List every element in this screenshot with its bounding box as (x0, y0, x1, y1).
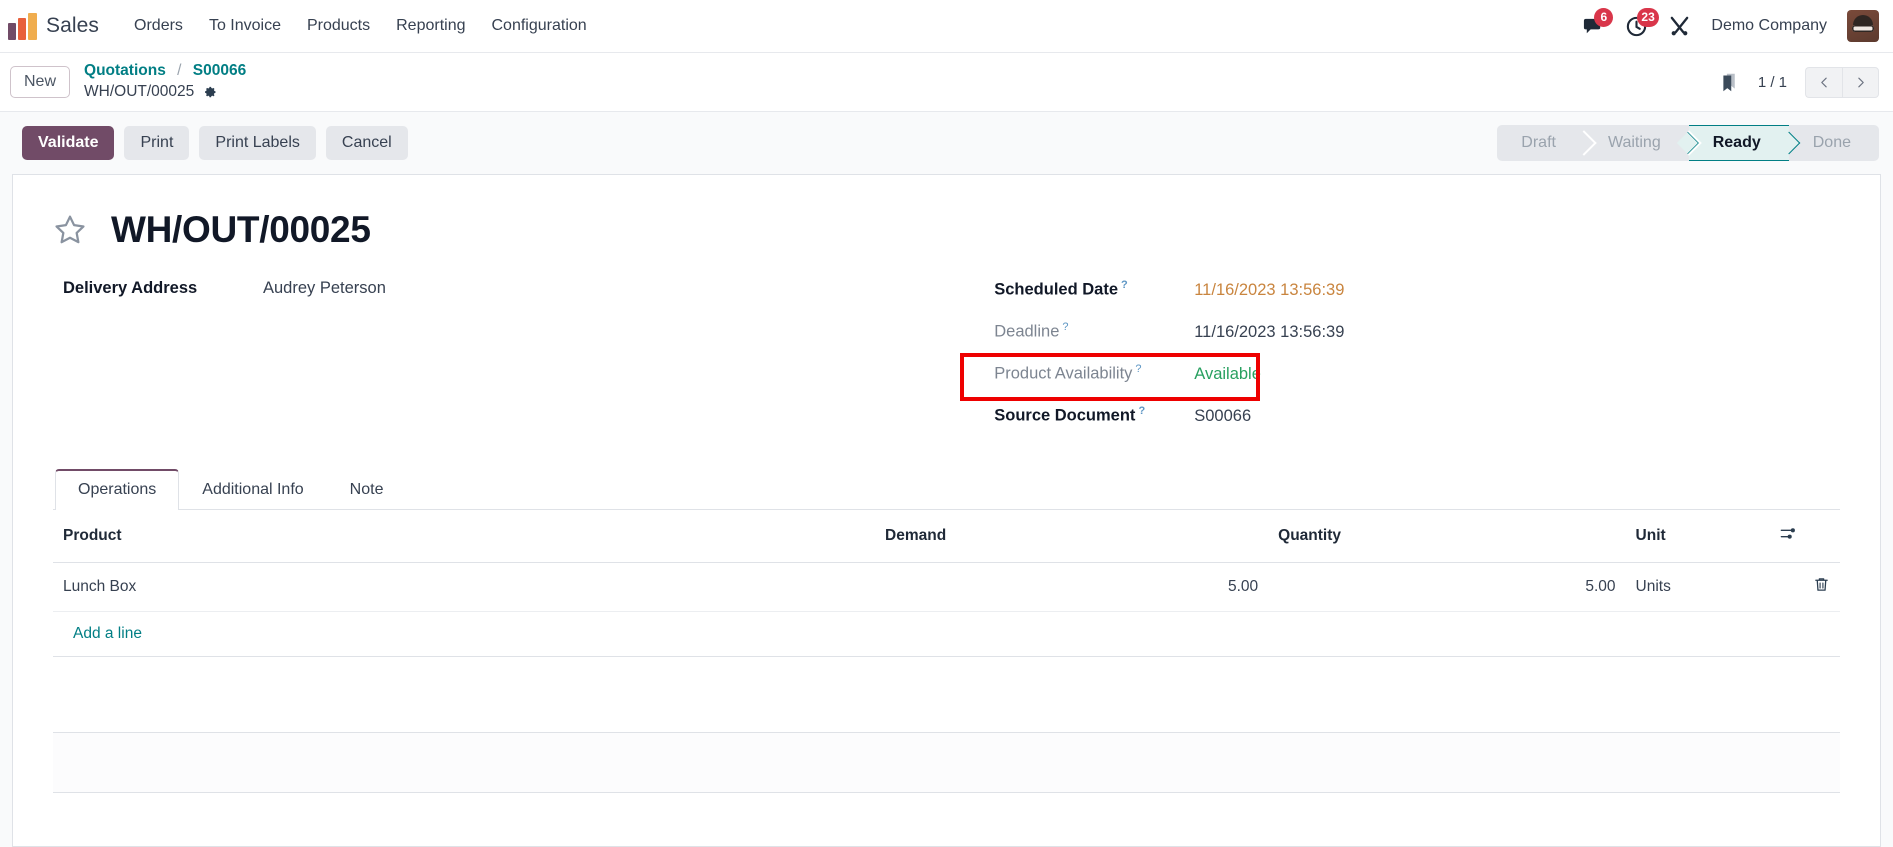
record-pager: 1 / 1 (1757, 73, 1787, 91)
column-header-unit[interactable]: Unit (1625, 510, 1769, 563)
breadcrumb: Quotations / S00066 WH/OUT/00025 (84, 61, 246, 103)
validate-button[interactable]: Validate (22, 126, 115, 160)
tab-operations[interactable]: Operations (55, 469, 180, 510)
debug-tools-button[interactable] (1668, 15, 1691, 38)
field-scheduled-date: Scheduled Date? 11/16/2023 13:56:39 (994, 279, 1840, 303)
navbar-right-tools: 6 23 Demo Company (1582, 7, 1879, 42)
add-a-line-link[interactable]: Add a line (63, 612, 152, 656)
label-text: Product Availability (994, 364, 1133, 383)
column-header-quantity[interactable]: Quantity (1268, 510, 1626, 563)
company-selector[interactable]: Demo Company (1711, 17, 1827, 35)
form-sheet: WH/OUT/00025 Delivery Address Audrey Pet… (12, 174, 1881, 847)
help-icon[interactable]: ? (1138, 405, 1145, 417)
cell-quantity[interactable]: 5.00 (1268, 562, 1626, 612)
breadcrumb-item-s00066[interactable]: S00066 (193, 62, 246, 79)
breadcrumb-bar: New Quotations / S00066 WH/OUT/00025 1 /… (0, 53, 1893, 112)
messages-badge: 6 (1594, 7, 1614, 27)
cell-delete[interactable] (1768, 562, 1840, 612)
column-header-demand[interactable]: Demand (875, 510, 1269, 563)
breadcrumb-item-quotations[interactable]: Quotations (84, 62, 166, 79)
field-delivery-address: Delivery Address Audrey Peterson (63, 279, 982, 303)
fields-column-right: Scheduled Date? 11/16/2023 13:56:39 Dead… (960, 279, 1840, 447)
menu-products[interactable]: Products (294, 11, 383, 41)
field-value-scheduled-date[interactable]: 11/16/2023 13:56:39 (1194, 281, 1344, 300)
pager-buttons (1805, 66, 1879, 98)
gear-icon[interactable] (203, 85, 217, 99)
odoo-logo[interactable] (8, 12, 38, 40)
cell-unit[interactable]: Units (1625, 562, 1769, 612)
field-label-scheduled-date: Scheduled Date? (994, 279, 1194, 300)
tab-bar: Operations Additional Info Note (53, 469, 1840, 510)
breadcrumb-current: WH/OUT/00025 (84, 82, 246, 103)
label-text: Source Document (994, 406, 1136, 425)
add-line-row: Add a line (53, 611, 1840, 657)
cancel-button[interactable]: Cancel (325, 126, 408, 160)
cell-product[interactable]: Lunch Box (53, 562, 876, 612)
field-deadline: Deadline? 11/16/2023 13:56:39 (994, 321, 1840, 345)
table-row[interactable]: Lunch Box 5.00 5.00 Units (53, 562, 1840, 612)
record-navigation: 1 / 1 (1719, 66, 1879, 98)
record-title-row: WH/OUT/00025 (53, 209, 1840, 251)
menu-reporting[interactable]: Reporting (383, 11, 478, 41)
bookmark-icon[interactable] (1719, 71, 1740, 94)
label-text: Scheduled Date (994, 280, 1119, 299)
status-step-waiting[interactable]: Waiting (1584, 125, 1689, 161)
print-labels-button[interactable]: Print Labels (199, 126, 316, 160)
tools-icon (1671, 16, 1689, 35)
field-value-delivery-address[interactable]: Audrey Peterson (263, 279, 386, 298)
table-header-row: Product Demand Quantity Unit (53, 510, 1840, 563)
operations-lines-area: Product Demand Quantity Unit Lunch Box 5… (13, 510, 1880, 793)
field-value-source-document[interactable]: S00066 (1194, 407, 1251, 426)
field-source-document: Source Document? S00066 (994, 405, 1840, 429)
new-record-button[interactable]: New (10, 66, 71, 98)
field-label-product-availability: Product Availability? (994, 363, 1194, 384)
breadcrumb-current-label: WH/OUT/00025 (84, 83, 195, 100)
breadcrumb-separator: / (177, 62, 182, 80)
help-icon[interactable]: ? (1121, 279, 1128, 291)
field-product-availability: Product Availability? Available (994, 363, 1840, 387)
fields-grid: Delivery Address Audrey Peterson Schedul… (53, 279, 1840, 447)
status-step-ready[interactable]: Ready (1688, 125, 1789, 161)
field-label-deadline: Deadline? (994, 321, 1194, 342)
form-sheet-container: WH/OUT/00025 Delivery Address Audrey Pet… (0, 174, 1893, 847)
field-value-product-availability: Available (1194, 364, 1261, 383)
label-text: Deadline (994, 322, 1060, 341)
status-step-draft[interactable]: Draft (1497, 125, 1584, 161)
trash-icon[interactable] (1813, 576, 1830, 593)
page-title: WH/OUT/00025 (111, 209, 371, 250)
messages-button[interactable]: 6 (1582, 7, 1614, 38)
help-icon[interactable]: ? (1135, 363, 1141, 375)
optional-columns-toggle[interactable] (1768, 510, 1840, 563)
previous-record-button[interactable] (1805, 66, 1842, 98)
user-avatar[interactable] (1847, 10, 1879, 42)
menu-to-invoice[interactable]: To Invoice (196, 11, 294, 41)
star-icon[interactable] (53, 213, 87, 247)
menu-orders[interactable]: Orders (121, 11, 196, 41)
help-icon[interactable]: ? (1062, 321, 1068, 333)
tab-additional-info[interactable]: Additional Info (179, 469, 326, 510)
action-toolbar: Validate Print Print Labels Cancel Draft… (0, 112, 1893, 174)
print-button[interactable]: Print (124, 126, 190, 160)
cell-demand[interactable]: 5.00 (875, 562, 1269, 612)
field-label-source-document: Source Document? (994, 405, 1194, 426)
menu-configuration[interactable]: Configuration (479, 11, 600, 41)
tab-note[interactable]: Note (327, 469, 407, 510)
fields-column-left: Delivery Address Audrey Peterson (53, 279, 982, 447)
field-value-deadline[interactable]: 11/16/2023 13:56:39 (1194, 323, 1344, 342)
sliders-icon[interactable] (1779, 524, 1798, 543)
column-header-product[interactable]: Product (53, 510, 876, 563)
status-pipeline: Draft Waiting Ready Done (1497, 125, 1879, 161)
status-step-done[interactable]: Done (1789, 125, 1879, 161)
breadcrumb-path: Quotations / S00066 (84, 61, 246, 82)
operations-table: Product Demand Quantity Unit Lunch Box 5… (53, 510, 1840, 657)
activities-badge: 23 (1637, 7, 1659, 27)
empty-area-upper (53, 657, 1840, 733)
empty-area-lower (53, 733, 1840, 793)
next-record-button[interactable] (1842, 66, 1879, 98)
app-name[interactable]: Sales (46, 14, 99, 38)
activities-button[interactable]: 23 (1625, 7, 1659, 38)
field-label-delivery-address: Delivery Address (63, 279, 198, 297)
top-navbar: Sales Orders To Invoice Products Reporti… (0, 0, 1893, 53)
